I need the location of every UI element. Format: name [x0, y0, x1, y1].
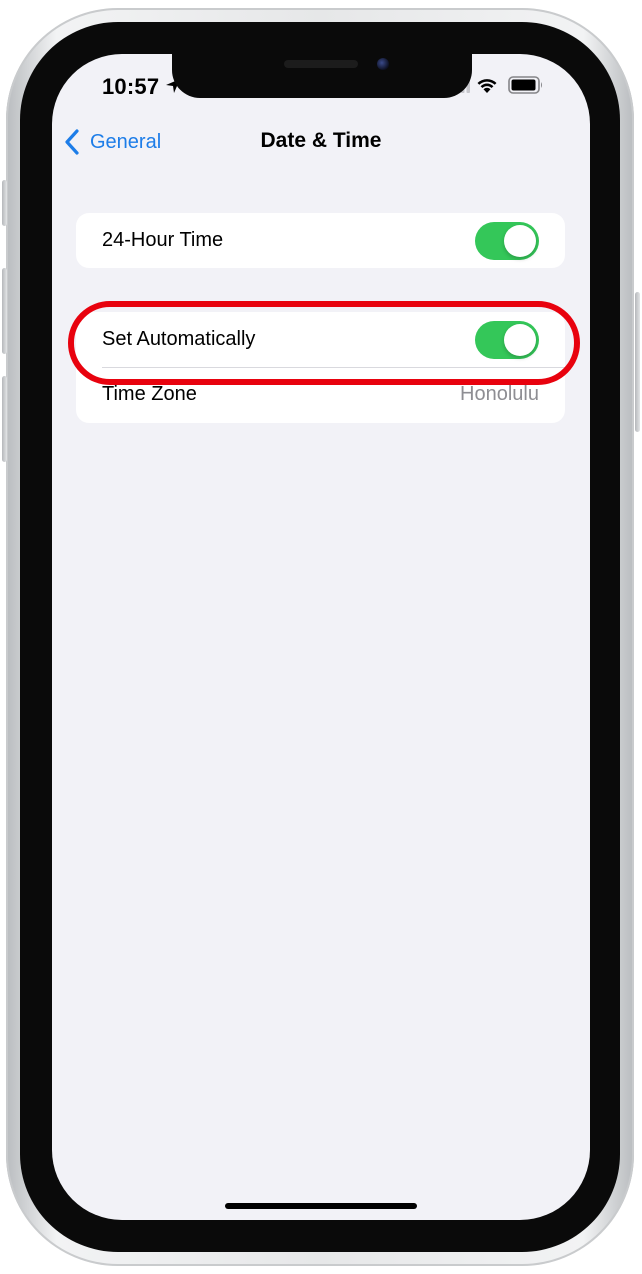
row-label: Time Zone	[102, 383, 197, 405]
wifi-icon	[477, 79, 497, 93]
row-label: Set Automatically	[102, 328, 256, 350]
settings-group-24-hour: 24-Hour Time	[76, 213, 565, 268]
row-label: 24-Hour Time	[102, 229, 224, 251]
battery-icon	[508, 76, 542, 94]
row-24-hour-time: 24-Hour Time	[76, 213, 565, 268]
toggle-knob	[504, 224, 536, 257]
volume-up-button	[2, 268, 7, 354]
chevron-left-icon	[65, 129, 79, 155]
row-set-automatically: Set Automatically	[76, 312, 565, 367]
time-zone-value: Honolulu	[460, 383, 539, 405]
page-title: Date & Time	[260, 129, 382, 152]
earpiece-speaker	[284, 60, 358, 68]
home-indicator[interactable]	[225, 1203, 417, 1209]
settings-group-time-zone: Set Automatically Time Zone Honolulu	[76, 312, 565, 423]
set-automatically-toggle[interactable]	[475, 320, 539, 359]
toggle-knob	[504, 323, 536, 356]
back-button-label: General	[90, 130, 162, 153]
front-camera	[377, 58, 389, 70]
back-button[interactable]: General	[64, 126, 161, 158]
volume-down-button	[2, 376, 7, 462]
device-stage: 10:57 General Date & Time 24-Hour Time S…	[0, 0, 642, 1274]
silent-switch	[2, 180, 7, 226]
row-time-zone[interactable]: Time Zone Honolulu	[76, 367, 565, 422]
side-button	[635, 292, 640, 432]
status-time: 10:57	[102, 74, 160, 99]
24-hour-time-toggle[interactable]	[475, 221, 539, 260]
